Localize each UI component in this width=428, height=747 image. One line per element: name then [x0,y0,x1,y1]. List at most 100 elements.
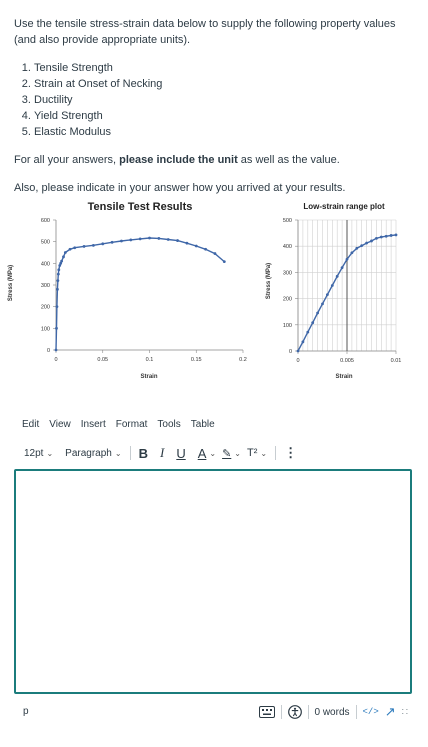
y-tick-label: 100 [283,323,292,329]
menu-edit[interactable]: Edit [22,419,39,430]
underline-button[interactable]: U [176,446,185,461]
data-point [365,241,368,245]
text-color-button[interactable]: A ⌄ [198,446,216,461]
chevron-down-icon: ⌄ [234,448,241,458]
font-size-select[interactable]: 12pt ⌄ [24,448,53,459]
data-point [82,245,86,248]
resize-handle-icon[interactable]: ∷ [402,707,408,718]
data-point [321,302,324,306]
fullscreen-icon[interactable]: ↗ [385,704,396,720]
y-tick-label: 300 [283,270,292,276]
series-line [55,237,225,351]
editor-toolbar: 12pt ⌄ Paragraph ⌄ B I U A ⌄ ✎ ⌄ T² ⌄ ⋮ [24,444,309,462]
data-point [176,239,179,242]
data-point [340,266,344,270]
data-point [63,251,67,254]
data-point [185,241,189,245]
chevron-down-icon: ⌄ [46,448,54,458]
data-point [360,244,364,248]
x-tick-label: 0.05 [97,357,108,363]
chevron-down-icon: ⌄ [209,448,217,458]
menu-table[interactable]: Table [191,419,215,430]
data-point [379,235,383,239]
charts-area: Tensile Test Results Stress (MPa) Strain… [0,196,428,386]
y-tick-label: 600 [41,218,50,224]
data-point [204,247,208,251]
y-tick-label: 500 [283,218,292,224]
units-instruction: For all your answers, please include the… [14,152,416,168]
explain-instruction: Also, please indicate in your answer how… [14,182,346,194]
list-item: Ductility [34,92,416,108]
list-item: Elastic Modulus [34,124,416,140]
bold-button[interactable]: B [139,446,148,461]
data-point [370,239,373,243]
keyboard-icon[interactable] [258,706,275,718]
data-point [57,268,61,272]
status-actions: 0 words </> ↗ ∷ [258,702,408,722]
data-point [148,236,151,240]
x-axis-label: Strain [140,374,157,380]
block-format-select[interactable]: Paragraph ⌄ [65,448,121,459]
data-point [355,246,359,250]
y-tick-label: 0 [289,349,292,355]
data-point [330,284,334,287]
x-tick-label: 0.005 [340,358,354,364]
block-format-value: Paragraph [65,447,112,459]
data-point [60,259,64,263]
data-point [73,246,77,250]
data-point [350,251,354,255]
y-tick-label: 200 [283,297,292,303]
data-point [316,311,319,315]
rich-text-editor[interactable] [14,469,412,694]
menu-view[interactable]: View [49,419,71,430]
y-tick-label: 400 [283,244,292,250]
chart-title: Low-strain range plot [303,202,385,211]
data-point [326,293,329,297]
question-intro: Use the tensile stress-strain data below… [14,18,396,46]
x-tick-label: 0.1 [146,357,154,363]
chevron-down-icon: ⌄ [114,448,122,458]
x-tick-label: 0.15 [191,357,202,363]
data-point [345,257,349,261]
data-point [62,255,65,259]
data-point [56,272,60,276]
data-point [56,279,60,283]
data-point [55,326,58,330]
y-axis-label: Stress (MPa) [8,265,14,301]
y-tick-label: 100 [41,326,50,332]
data-point [68,247,72,251]
data-point [101,242,105,246]
editor-menubar: Edit View Insert Format Tools Table [22,419,215,430]
menu-tools[interactable]: Tools [157,419,180,430]
highlight-color-button[interactable]: ✎ ⌄ [222,447,241,460]
data-point [157,237,161,240]
data-point [138,237,142,241]
property-list: Tensile Strength Strain at Onset of Neck… [34,60,416,140]
status-divider [307,705,309,719]
x-axis-label: Strain [335,374,352,380]
font-size-value: 12pt [24,447,44,459]
menu-format[interactable]: Format [116,419,148,430]
data-point [166,238,170,241]
menu-insert[interactable]: Insert [81,419,106,430]
accessibility-icon[interactable] [287,705,302,719]
data-point [311,321,315,325]
superscript-button[interactable]: T² ⌄ [247,447,267,459]
data-point [394,233,398,237]
more-options-icon[interactable]: ⋮ [284,445,297,461]
toolbar-divider [129,446,131,460]
data-point [54,348,58,352]
list-item: Yield Strength [34,108,416,124]
superscript-icon: T² [247,447,258,459]
y-tick-label: 300 [41,283,50,289]
element-path[interactable]: p [23,706,29,717]
data-point [222,260,226,263]
italic-button[interactable]: I [160,445,164,461]
html-editor-toggle[interactable]: </> [363,707,379,717]
data-point [55,305,59,309]
list-item: Tensile Strength [34,60,416,76]
data-point [301,340,305,344]
word-count[interactable]: 0 words [315,707,350,718]
question-text: Use the tensile stress-strain data below… [14,16,416,208]
x-tick-label: 0 [296,358,299,364]
